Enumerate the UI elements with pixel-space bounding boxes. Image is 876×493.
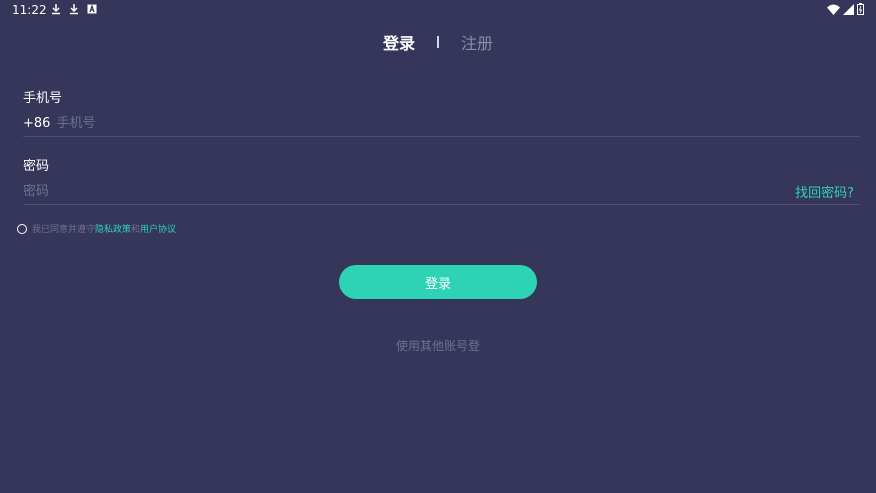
user-agreement-link[interactable]: 用户协议: [140, 222, 176, 235]
login-button[interactable]: 登录: [339, 265, 537, 299]
phone-label: 手机号: [23, 91, 63, 106]
status-time: 11:22: [12, 3, 47, 17]
status-notification-icons: [50, 3, 98, 15]
privacy-policy-link[interactable]: 隐私政策: [95, 222, 131, 235]
wifi-icon: [827, 4, 840, 15]
password-input[interactable]: [23, 183, 796, 199]
agreement-checkbox[interactable]: [17, 223, 27, 234]
tab-divider: [437, 36, 439, 48]
battery-icon: [857, 3, 864, 15]
phone-input[interactable]: [56, 115, 860, 131]
app-notification-icon: [87, 4, 97, 14]
tab-login[interactable]: 登录: [383, 30, 415, 54]
signal-icon: [843, 3, 854, 15]
agreement-row: 我已同意并遵守 隐私政策和用户协议: [17, 222, 176, 235]
tab-register[interactable]: 注册: [461, 30, 493, 54]
phone-field-row: +86: [23, 110, 860, 137]
other-account-login-link[interactable]: 使用其他账号登: [0, 337, 876, 354]
forgot-password-link[interactable]: 找回密码?: [795, 182, 854, 201]
agreement-prefix: 我已同意并遵守: [32, 225, 96, 235]
password-field-row: 找回密码?: [23, 178, 860, 205]
password-label: 密码: [23, 159, 50, 174]
download-icon: [70, 4, 78, 15]
country-code[interactable]: +86: [23, 116, 50, 131]
status-system-icons: [827, 3, 864, 15]
auth-tabs: 登录 注册: [0, 30, 876, 54]
download-icon: [52, 4, 60, 15]
agreement-and: 和: [131, 225, 141, 235]
status-bar: 11:22: [0, 0, 876, 20]
